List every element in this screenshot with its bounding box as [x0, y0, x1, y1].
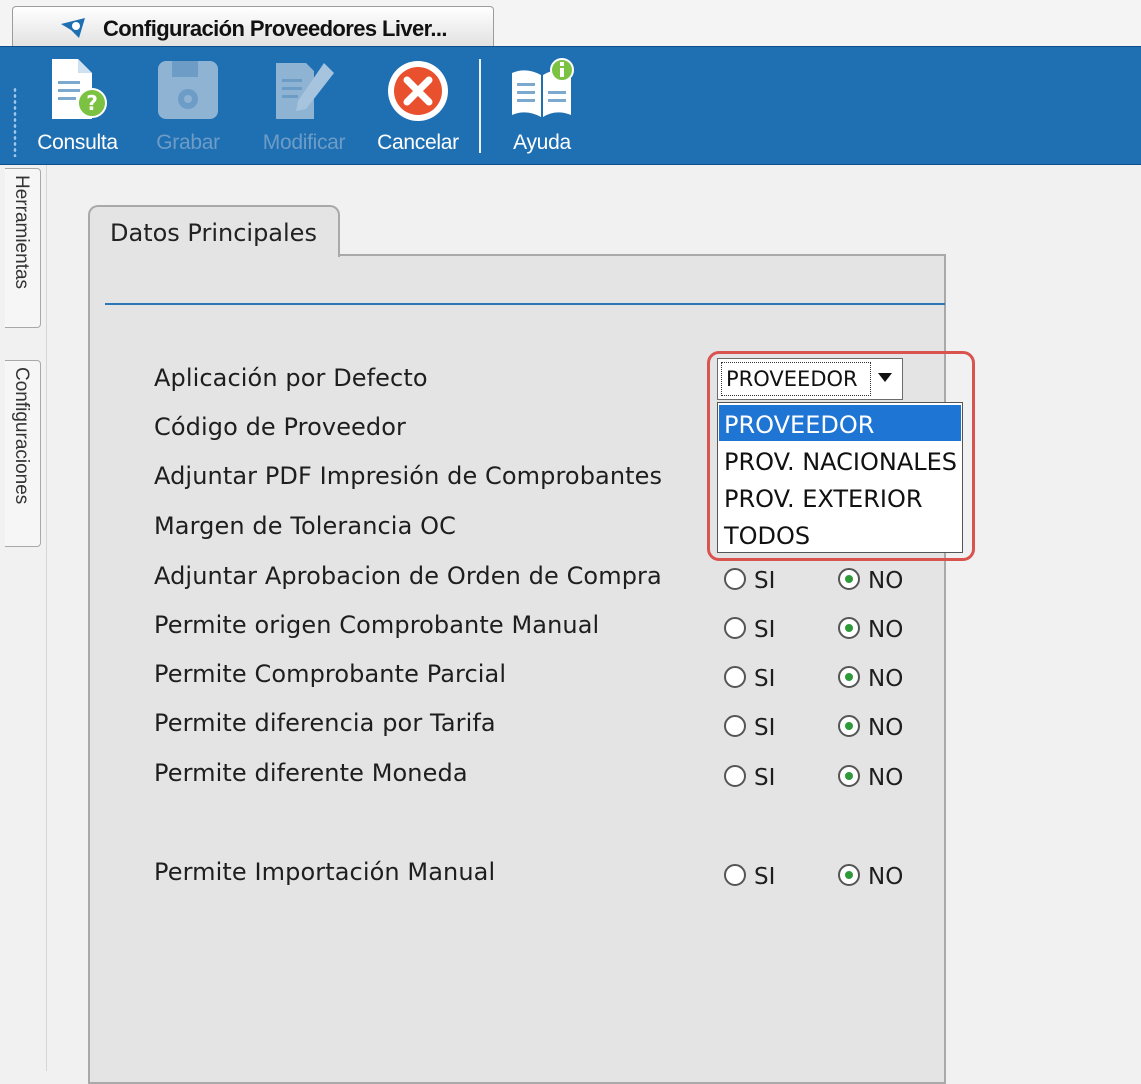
help-book-info-icon: [512, 58, 574, 117]
radio-circle-checked[interactable]: [838, 765, 860, 787]
consulta-button[interactable]: ? Consulta: [30, 53, 125, 161]
side-tab-herramientas[interactable]: Herramientas: [5, 168, 41, 328]
window-tab-title: Configuración Proveedores Liver...: [103, 16, 448, 41]
grabar-label: Grabar: [156, 131, 220, 154]
field-label-diferencia-tarifa: Permite diferencia por Tarifa: [154, 709, 496, 737]
radio-circle-checked[interactable]: [838, 617, 860, 639]
radio-circle[interactable]: [724, 765, 746, 787]
ayuda-button[interactable]: Ayuda: [500, 53, 584, 161]
tab-datos-principales-label: Datos Principales: [110, 219, 317, 247]
dropdown-highlight-annotation: [707, 351, 975, 561]
radio-circle-checked[interactable]: [838, 715, 860, 737]
svg-text:?: ?: [86, 91, 98, 115]
toolbar-separator: [479, 59, 481, 153]
consulta-label: Consulta: [37, 131, 118, 154]
cancel-x-circle-icon: [388, 61, 448, 121]
side-tab-configuraciones-label: Configuraciones: [11, 367, 32, 505]
panel-divider: [105, 303, 945, 305]
radio-circle[interactable]: [724, 864, 746, 886]
radio-no-label: NO: [868, 568, 904, 594]
field-label-aplicacion-por-defecto: Aplicación por Defecto: [154, 364, 428, 392]
radio-circle[interactable]: [724, 568, 746, 590]
radio-diferente-moneda-no[interactable]: NO: [838, 763, 908, 791]
radio-circle-checked[interactable]: [838, 864, 860, 886]
modificar-label: Modificar: [262, 131, 346, 154]
side-tab-herramientas-label: Herramientas: [11, 175, 32, 290]
radio-origen-manual-no[interactable]: NO: [838, 615, 908, 643]
radio-diferencia-tarifa-si[interactable]: SI: [724, 713, 784, 741]
field-label-comprobante-parcial: Permite Comprobante Parcial: [154, 660, 507, 688]
radio-comprobante-parcial-no[interactable]: NO: [838, 664, 908, 692]
modificar-button[interactable]: Modificar: [252, 53, 356, 161]
side-tab-configuraciones[interactable]: Configuraciones: [5, 360, 41, 547]
toolbar: ? Consulta Grabar Modificar Cancelar Ayu…: [0, 46, 1141, 165]
radio-si-label: SI: [754, 666, 776, 692]
cancelar-label: Cancelar: [377, 131, 459, 154]
toolbar-grip[interactable]: [13, 87, 17, 157]
radio-circle-checked[interactable]: [838, 568, 860, 590]
radio-origen-manual-si[interactable]: SI: [724, 615, 784, 643]
radio-no-label: NO: [868, 617, 904, 643]
radio-importacion-manual-no[interactable]: NO: [838, 862, 908, 890]
ayuda-label: Ayuda: [513, 131, 571, 154]
cancelar-button[interactable]: Cancelar: [370, 53, 466, 161]
floppy-disk-icon: [158, 61, 218, 119]
field-label-diferente-moneda: Permite diferente Moneda: [154, 759, 468, 787]
window-tab[interactable]: Configuración Proveedores Liver...: [12, 6, 494, 46]
radio-importacion-manual-si[interactable]: SI: [724, 862, 784, 890]
radio-circle-checked[interactable]: [838, 666, 860, 688]
radio-adjuntar-aprobacion-no[interactable]: NO: [838, 566, 908, 594]
radio-si-label: SI: [754, 765, 776, 791]
field-label-margen-tolerancia: Margen de Tolerancia OC: [154, 512, 456, 540]
document-question-icon: ?: [52, 59, 107, 119]
radio-diferente-moneda-si[interactable]: SI: [724, 763, 784, 791]
radio-si-label: SI: [754, 617, 776, 643]
field-label-codigo-de-proveedor: Código de Proveedor: [154, 413, 407, 441]
edit-document-pencil-icon: [276, 63, 334, 119]
radio-no-label: NO: [868, 765, 904, 791]
field-label-origen-comprobante-manual: Permite origen Comprobante Manual: [154, 611, 600, 639]
field-label-adjuntar-pdf: Adjuntar PDF Impresión de Comprobantes: [154, 462, 663, 490]
tab-datos-principales[interactable]: Datos Principales: [88, 205, 340, 257]
field-label-adjuntar-aprobacion: Adjuntar Aprobacion de Orden de Compra: [154, 562, 662, 590]
radio-adjuntar-aprobacion-si[interactable]: SI: [724, 566, 784, 594]
radio-circle[interactable]: [724, 715, 746, 737]
radio-circle[interactable]: [724, 666, 746, 688]
radio-si-label: SI: [754, 864, 776, 890]
radio-circle[interactable]: [724, 617, 746, 639]
radio-no-label: NO: [868, 666, 904, 692]
radio-si-label: SI: [754, 715, 776, 741]
grabar-button[interactable]: Grabar: [148, 53, 228, 161]
radio-no-label: NO: [868, 864, 904, 890]
radio-no-label: NO: [868, 715, 904, 741]
left-divider: [46, 165, 47, 1071]
radio-si-label: SI: [754, 568, 776, 594]
field-label-importacion-manual: Permite Importación Manual: [154, 858, 496, 886]
app-logo-icon: [61, 18, 85, 38]
radio-comprobante-parcial-si[interactable]: SI: [724, 664, 784, 692]
radio-diferencia-tarifa-no[interactable]: NO: [838, 713, 908, 741]
